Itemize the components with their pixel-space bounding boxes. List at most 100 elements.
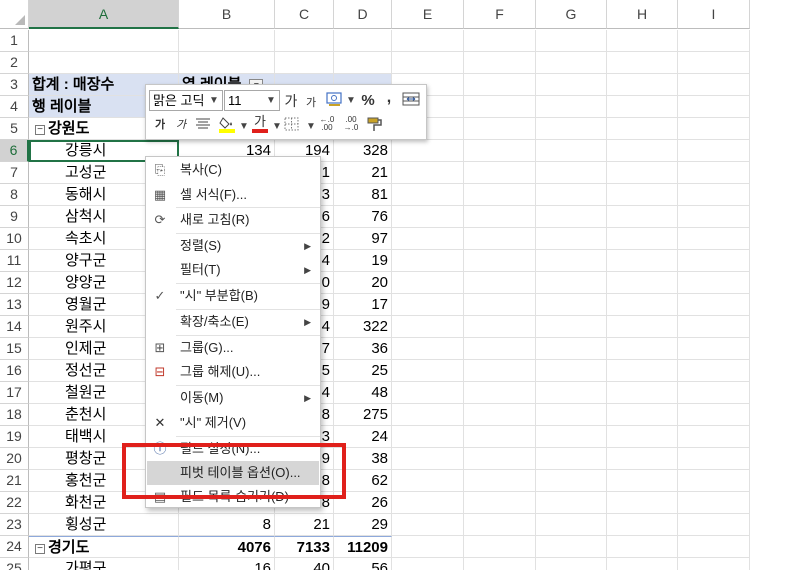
- row-header[interactable]: 6: [0, 140, 29, 162]
- row-header[interactable]: 13: [0, 294, 29, 316]
- row-header[interactable]: 3: [0, 74, 29, 96]
- comma-style-button[interactable]: ,: [384, 89, 394, 107]
- cell-e14[interactable]: [392, 316, 464, 338]
- increase-decimal-button[interactable]: ←.0 .00: [318, 116, 336, 132]
- cell-b24[interactable]: 4076: [179, 536, 275, 558]
- cell-f25[interactable]: [464, 558, 536, 570]
- row-header[interactable]: 20: [0, 448, 29, 470]
- column-header-c[interactable]: C: [275, 0, 334, 29]
- cell-g23[interactable]: [536, 514, 607, 536]
- cell-f14[interactable]: [464, 316, 536, 338]
- cell-h5[interactable]: [607, 118, 678, 140]
- cell-h15[interactable]: [607, 338, 678, 360]
- cell-d11[interactable]: 19: [334, 250, 392, 272]
- cell-e20[interactable]: [392, 448, 464, 470]
- merge-center-icon[interactable]: [402, 91, 420, 112]
- cell-a23[interactable]: 횡성군: [29, 514, 179, 536]
- row-header[interactable]: 17: [0, 382, 29, 404]
- cell-g20[interactable]: [536, 448, 607, 470]
- row-header[interactable]: 10: [0, 228, 29, 250]
- row-header[interactable]: 19: [0, 426, 29, 448]
- cell-a24[interactable]: − 경기도: [29, 536, 179, 558]
- cell-d21[interactable]: 62: [334, 470, 392, 492]
- cell-h13[interactable]: [607, 294, 678, 316]
- menu-item-6[interactable]: ✓ "시" 부분합(B): [147, 284, 319, 308]
- row-header[interactable]: 21: [0, 470, 29, 492]
- cell-b23[interactable]: 8: [179, 514, 275, 536]
- cell-i13[interactable]: [678, 294, 750, 316]
- cell-f20[interactable]: [464, 448, 536, 470]
- cell-h3[interactable]: [607, 74, 678, 96]
- shrink-font-button[interactable]: 가: [304, 94, 318, 112]
- cell-f13[interactable]: [464, 294, 536, 316]
- cell-e23[interactable]: [392, 514, 464, 536]
- cell-e16[interactable]: [392, 360, 464, 382]
- row-header[interactable]: 14: [0, 316, 29, 338]
- cell-f22[interactable]: [464, 492, 536, 514]
- cell-i20[interactable]: [678, 448, 750, 470]
- row-header[interactable]: 25: [0, 558, 29, 570]
- cell-g19[interactable]: [536, 426, 607, 448]
- chevron-down-icon[interactable]: ▼: [266, 95, 276, 106]
- cell-d24[interactable]: 11209: [334, 536, 392, 558]
- cell-i15[interactable]: [678, 338, 750, 360]
- cell-g15[interactable]: [536, 338, 607, 360]
- menu-item-9[interactable]: ⊟ 그룹 해제(U)...: [147, 360, 319, 384]
- cell-h4[interactable]: [607, 96, 678, 118]
- cell-d13[interactable]: 17: [334, 294, 392, 316]
- cell-h23[interactable]: [607, 514, 678, 536]
- font-color-button[interactable]: 가: [252, 114, 268, 133]
- cell-e17[interactable]: [392, 382, 464, 404]
- cell-d10[interactable]: 97: [334, 228, 392, 250]
- cell-a25[interactable]: 가평군: [29, 558, 179, 570]
- cell-e22[interactable]: [392, 492, 464, 514]
- cell-i8[interactable]: [678, 184, 750, 206]
- cell-f2[interactable]: [464, 52, 536, 74]
- row-header[interactable]: 18: [0, 404, 29, 426]
- cell-i18[interactable]: [678, 404, 750, 426]
- cell-d14[interactable]: 322: [334, 316, 392, 338]
- chevron-down-icon[interactable]: ▼: [346, 95, 356, 106]
- cell-g13[interactable]: [536, 294, 607, 316]
- row-header[interactable]: 9: [0, 206, 29, 228]
- cell-i16[interactable]: [678, 360, 750, 382]
- menu-item-5[interactable]: 필터(T) ▶: [147, 258, 319, 282]
- cell-e12[interactable]: [392, 272, 464, 294]
- cell-h12[interactable]: [607, 272, 678, 294]
- cell-f15[interactable]: [464, 338, 536, 360]
- cell-e25[interactable]: [392, 558, 464, 570]
- cell-f11[interactable]: [464, 250, 536, 272]
- cell-i1[interactable]: [678, 30, 750, 52]
- cell-e13[interactable]: [392, 294, 464, 316]
- cell-h19[interactable]: [607, 426, 678, 448]
- row-header[interactable]: 24: [0, 536, 29, 558]
- italic-button[interactable]: 가: [175, 116, 187, 134]
- cell-h11[interactable]: [607, 250, 678, 272]
- cell-g22[interactable]: [536, 492, 607, 514]
- cell-f23[interactable]: [464, 514, 536, 536]
- cell-e21[interactable]: [392, 470, 464, 492]
- cell-f16[interactable]: [464, 360, 536, 382]
- cell-f24[interactable]: [464, 536, 536, 558]
- cell-f12[interactable]: [464, 272, 536, 294]
- menu-item-4[interactable]: 정렬(S) ▶: [147, 234, 319, 258]
- cell-f5[interactable]: [464, 118, 536, 140]
- cell-d6[interactable]: 328: [334, 140, 392, 162]
- cell-i17[interactable]: [678, 382, 750, 404]
- cell-i4[interactable]: [678, 96, 750, 118]
- cell-f17[interactable]: [464, 382, 536, 404]
- cell-d16[interactable]: 25: [334, 360, 392, 382]
- menu-item-13[interactable]: 피벗 테이블 옵션(O)...: [147, 461, 319, 485]
- cell-e11[interactable]: [392, 250, 464, 272]
- cell-i24[interactable]: [678, 536, 750, 558]
- cell-b25[interactable]: 16: [179, 558, 275, 570]
- chevron-down-icon[interactable]: ▼: [239, 121, 249, 132]
- cell-h2[interactable]: [607, 52, 678, 74]
- column-header-e[interactable]: E: [392, 0, 464, 29]
- cell-i10[interactable]: [678, 228, 750, 250]
- cell-g8[interactable]: [536, 184, 607, 206]
- cell-f18[interactable]: [464, 404, 536, 426]
- menu-item-2[interactable]: ▦ 셀 서식(F)...: [147, 183, 319, 207]
- menu-item-8[interactable]: ⊞ 그룹(G)...: [147, 336, 319, 360]
- collapse-icon[interactable]: −: [35, 125, 45, 135]
